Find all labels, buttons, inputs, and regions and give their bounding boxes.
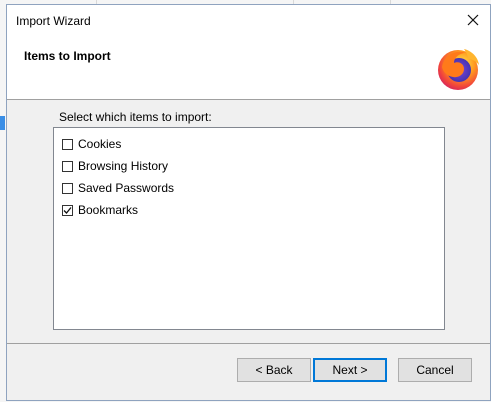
browsing-history-label: Browsing History — [78, 159, 169, 173]
cancel-button[interactable]: Cancel — [398, 358, 472, 382]
page-title: Items to Import — [24, 49, 111, 63]
close-icon — [467, 14, 479, 26]
close-button[interactable] — [458, 7, 488, 33]
header-divider — [7, 99, 490, 100]
wizard-header: Items to Import — [7, 35, 490, 99]
item-saved-passwords[interactable]: Saved Passwords — [62, 180, 174, 196]
firefox-logo-icon — [438, 49, 479, 90]
import-items-list: Cookies Browsing History Saved Passwords… — [53, 127, 445, 330]
checkmark-icon — [63, 206, 72, 214]
title-bar: Import Wizard — [7, 5, 490, 35]
item-browsing-history[interactable]: Browsing History — [62, 158, 168, 174]
back-button[interactable]: < Back — [237, 358, 311, 382]
item-cookies[interactable]: Cookies — [62, 136, 121, 152]
footer-divider — [7, 343, 490, 344]
import-wizard-dialog: Import Wizard Items to Import Select whi… — [6, 4, 491, 401]
cookies-checkbox[interactable] — [62, 138, 73, 150]
bookmarks-label: Bookmarks — [78, 203, 139, 217]
saved-passwords-checkbox[interactable] — [62, 182, 73, 194]
browsing-history-checkbox[interactable] — [62, 160, 73, 172]
item-bookmarks[interactable]: Bookmarks — [62, 202, 138, 218]
next-button[interactable]: Next > — [313, 358, 387, 382]
instruction-label: Select which items to import: — [59, 110, 212, 124]
cookies-label: Cookies — [78, 137, 122, 151]
bg-selection — [0, 116, 5, 130]
saved-passwords-label: Saved Passwords — [78, 181, 175, 195]
bookmarks-checkbox[interactable] — [62, 204, 73, 216]
window-title: Import Wizard — [16, 14, 91, 28]
